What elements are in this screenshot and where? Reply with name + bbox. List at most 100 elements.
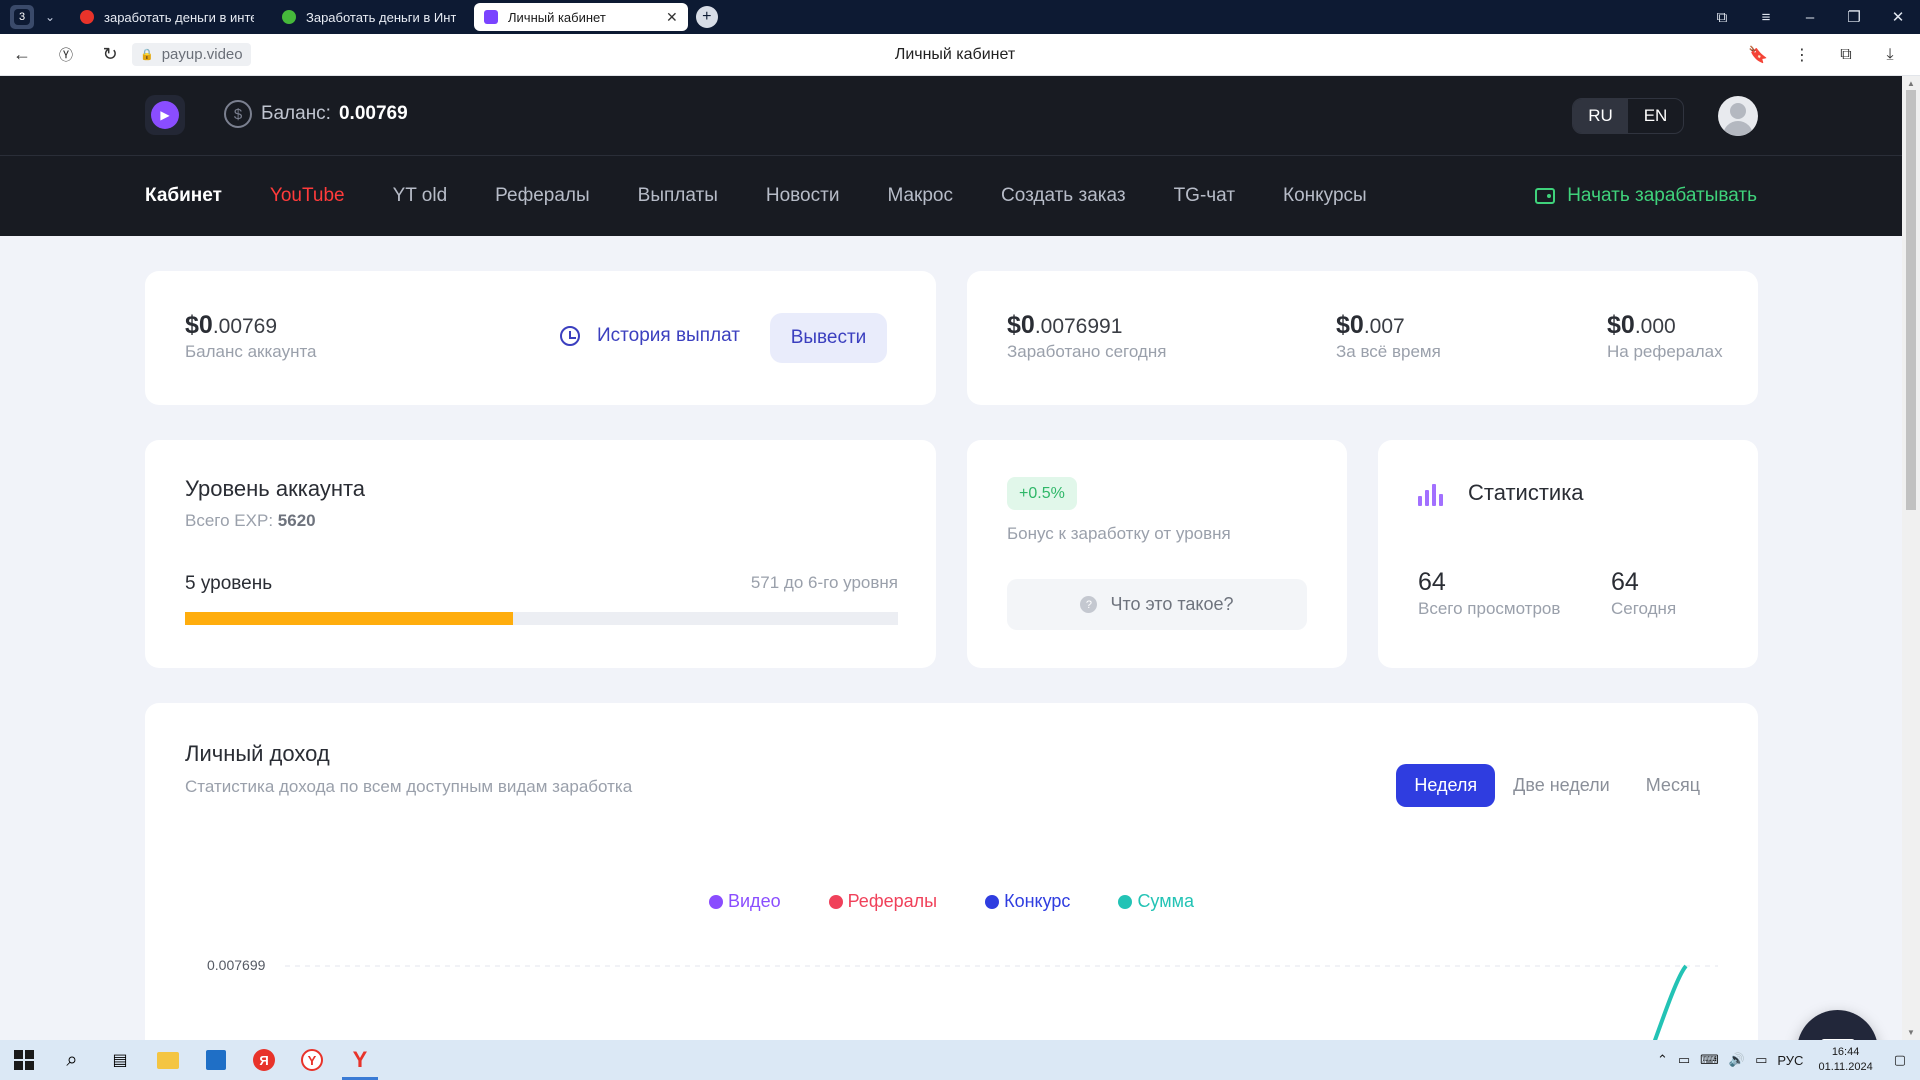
yandex-favicon-icon <box>80 10 94 24</box>
tray-chevron-icon[interactable]: ⌃ <box>1657 1052 1668 1068</box>
earned-referrals: $0.000 На рефералах <box>1607 311 1723 362</box>
window-controls: ⧉ ≡ – ❐ ✕ <box>1700 0 1920 34</box>
nav-item-tg-chat[interactable]: TG-чат <box>1174 185 1235 207</box>
legend-item-video[interactable]: Видео <box>709 891 781 912</box>
yandex-browser-icon[interactable]: Y <box>288 1040 336 1080</box>
bonus-badge: +0.5% <box>1007 477 1077 510</box>
legend-item-sum[interactable]: Сумма <box>1118 891 1194 912</box>
yandex-app-icon[interactable]: Я <box>240 1040 288 1080</box>
bookmark-panel-icon[interactable]: ⧉ <box>1700 9 1744 26</box>
minimize-icon[interactable]: – <box>1788 9 1832 26</box>
start-earning-link[interactable]: Начать зарабатывать <box>1535 156 1757 236</box>
windows-logo-icon <box>14 1050 34 1070</box>
notifications-icon[interactable]: ▢ <box>1894 1052 1906 1068</box>
earned-today: $0.0076991 Заработано сегодня <box>1007 311 1166 362</box>
period-month-button[interactable]: Месяц <box>1628 764 1718 807</box>
browser-tab-active[interactable]: Личный кабинет ✕ <box>474 3 688 31</box>
nav-item-macros[interactable]: Макрос <box>887 185 953 207</box>
nav-item-create-order[interactable]: Создать заказ <box>1001 185 1126 207</box>
legend-item-referrals[interactable]: Рефералы <box>828 891 937 912</box>
tab-counter-button[interactable]: 3 <box>10 5 34 29</box>
new-tab-button[interactable]: + <box>695 6 718 28</box>
network-icon[interactable]: ⌨ <box>1700 1052 1719 1068</box>
menu-icon[interactable]: ≡ <box>1744 9 1788 26</box>
legend-dot <box>1118 894 1133 909</box>
account-balance-label: Баланс аккаунта <box>185 342 317 361</box>
total-views-label: Всего просмотров <box>1418 599 1561 618</box>
dollar-coin-icon: $ <box>224 100 252 128</box>
level-card-title: Уровень аккаунта <box>185 476 366 501</box>
lang-en-button[interactable]: EN <box>1628 99 1683 133</box>
site-logo[interactable]: ▶ <box>145 95 185 135</box>
views-today: 64 Сегодня <box>1611 568 1676 619</box>
clock-date: 01.11.2024 <box>1818 1061 1873 1073</box>
clock[interactable]: 16:44 01.11.2024 <box>1818 1045 1872 1075</box>
close-tab-icon[interactable]: ✕ <box>666 9 678 26</box>
legend-dot <box>709 894 723 909</box>
store-icon[interactable] <box>192 1040 240 1080</box>
earned-referrals-label: На рефералах <box>1607 342 1723 361</box>
contact-mail-button[interactable] <box>1797 1010 1878 1040</box>
more-options-icon[interactable]: ⋮ <box>1780 45 1824 65</box>
legend-label: Конкурс <box>1004 891 1071 911</box>
nav-item-yt-old[interactable]: YT old <box>393 185 448 207</box>
amount-frac: .000 <box>1634 315 1676 338</box>
bonus-description: Бонус к заработку от уровня <box>1007 524 1231 543</box>
volume-icon[interactable]: 🔊 <box>1729 1052 1745 1068</box>
total-views-value: 64 <box>1418 568 1446 596</box>
balance-label: Баланс: <box>261 103 331 124</box>
balance-card: $0.00769 Баланс аккаунта История выплат … <box>145 271 936 405</box>
income-description: Статистика дохода по всем доступным вида… <box>185 777 633 796</box>
legend-item-contest[interactable]: Конкурс <box>985 891 1070 912</box>
file-explorer-icon[interactable] <box>144 1040 192 1080</box>
browser-tab[interactable]: заработать деньги в инте <box>70 3 264 31</box>
nav-item-cabinet[interactable]: Кабинет <box>145 185 222 207</box>
amount-int: $0 <box>185 311 213 339</box>
nav-item-contests[interactable]: Конкурсы <box>1283 185 1367 207</box>
display-icon[interactable]: ▭ <box>1755 1052 1767 1068</box>
wallet-icon <box>1535 188 1556 204</box>
close-window-icon[interactable]: ✕ <box>1876 8 1920 26</box>
scroll-up-icon[interactable]: ▲ <box>1902 79 1920 88</box>
main-menu: Кабинет YouTube YT old Рефералы Выплаты … <box>145 156 1415 236</box>
website-viewport: ▶ $ Баланс: 0.00769 RU EN Кабинет YouTub… <box>0 76 1902 1040</box>
page-scrollbar[interactable]: ▲ ▼ <box>1902 76 1920 1040</box>
amount-frac: .00769 <box>212 315 278 338</box>
payout-history-link[interactable]: История выплат <box>560 311 740 361</box>
user-avatar[interactable] <box>1718 96 1758 136</box>
language-switcher: RU EN <box>1572 98 1684 134</box>
period-week-button[interactable]: Неделя <box>1396 764 1496 807</box>
address-bar: ← Ⓨ ↻ 🔒 payup.video Личный кабинет 🔖 ⋮ ⧉… <box>0 34 1920 76</box>
nav-item-news[interactable]: Новости <box>766 185 840 207</box>
period-two-weeks-button[interactable]: Две недели <box>1495 764 1628 807</box>
browser-tab-bar: 3 ⌄ заработать деньги в инте Заработать … <box>0 0 1920 34</box>
battery-icon[interactable]: ▭ <box>1678 1052 1690 1068</box>
period-switcher: Неделя Две недели Месяц <box>1396 764 1718 807</box>
chevron-down-icon[interactable]: ⌄ <box>38 5 62 29</box>
level-bonus-card: +0.5% Бонус к заработку от уровня ? Что … <box>967 440 1347 668</box>
browser-tab[interactable]: Заработать деньги в Инте <box>272 3 466 31</box>
input-language[interactable]: РУС <box>1777 1053 1803 1068</box>
statistics-card: Статистика 64 Всего просмотров 64 Сегодн… <box>1378 440 1758 668</box>
nav-item-payouts[interactable]: Выплаты <box>638 185 718 207</box>
lang-ru-button[interactable]: RU <box>1573 99 1628 133</box>
current-level: 5 уровень <box>185 573 273 594</box>
start-button[interactable] <box>0 1040 48 1080</box>
withdraw-button[interactable]: Вывести <box>770 313 887 363</box>
search-icon[interactable]: ⌕ <box>48 1040 96 1080</box>
collections-icon[interactable]: ⧉ <box>1824 46 1868 64</box>
restore-icon[interactable]: ❐ <box>1832 8 1876 26</box>
nav-item-referrals[interactable]: Рефералы <box>495 185 589 207</box>
nav-item-youtube[interactable]: YouTube <box>270 185 345 207</box>
downloads-icon[interactable]: ⤓ <box>1868 46 1912 64</box>
yandex-browser-active-icon[interactable]: Y <box>336 1040 384 1080</box>
amount-int: $0 <box>1007 311 1035 339</box>
task-view-icon[interactable]: ▤ <box>96 1040 144 1080</box>
level-progress-fill <box>185 612 513 625</box>
amount-int: $0 <box>1336 311 1364 339</box>
scroll-down-icon[interactable]: ▼ <box>1902 1028 1920 1037</box>
income-title: Личный доход <box>185 741 330 766</box>
scrollbar-thumb[interactable] <box>1906 90 1916 510</box>
bookmark-icon[interactable]: 🔖 <box>1736 45 1780 65</box>
what-is-this-button[interactable]: ? Что это такое? <box>1007 579 1307 630</box>
